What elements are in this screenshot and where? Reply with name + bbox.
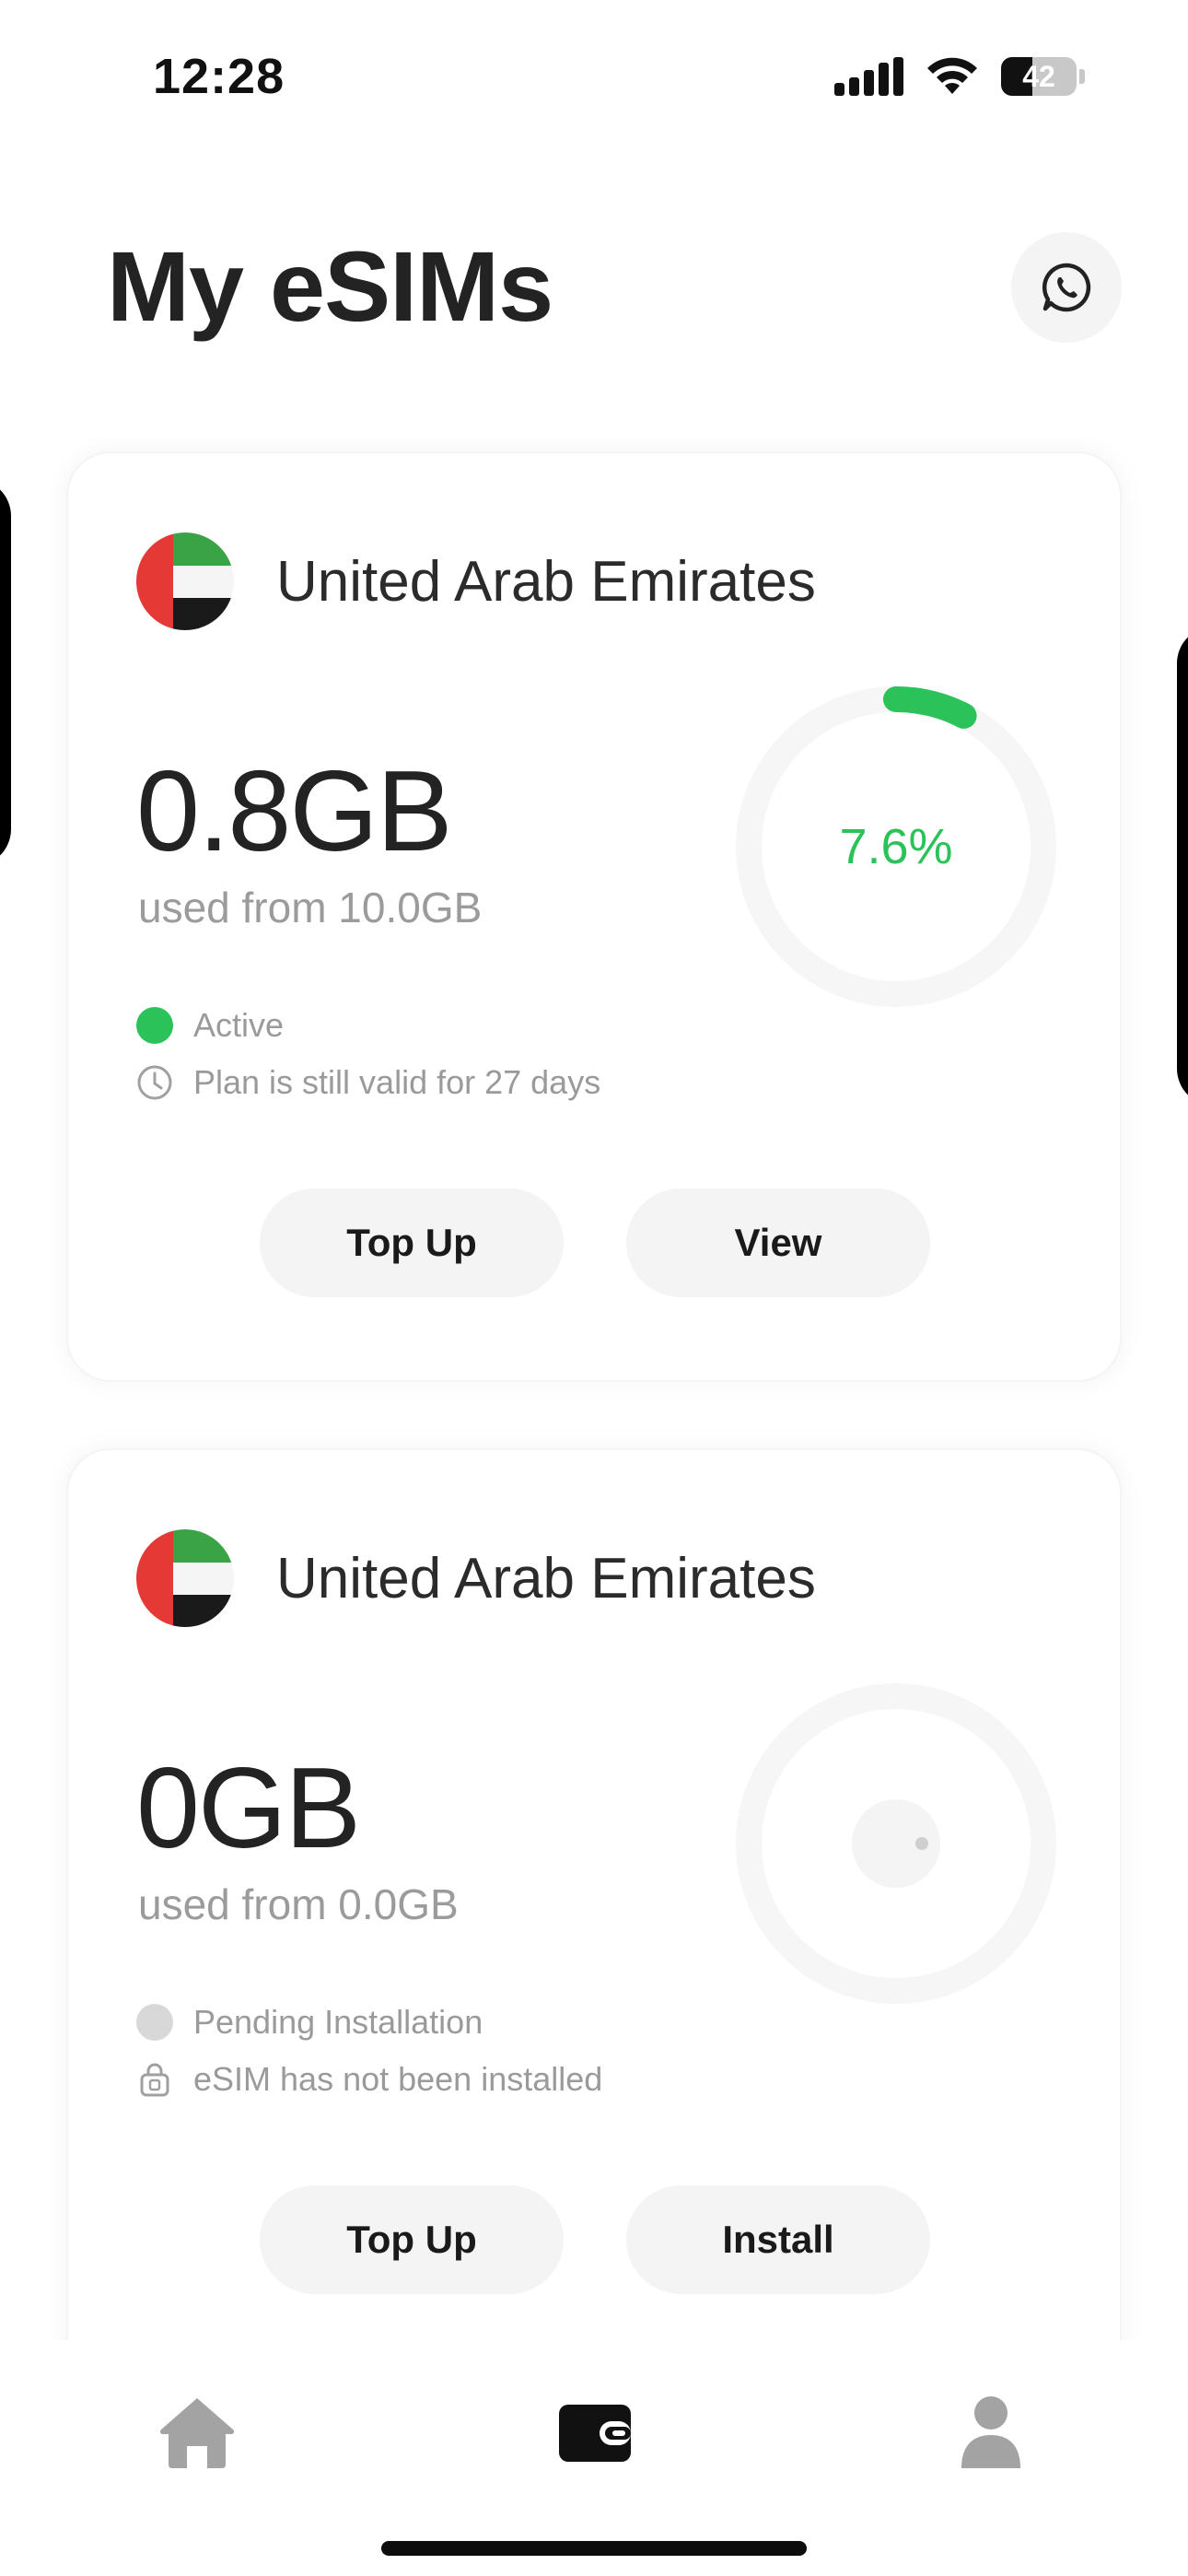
status-dot-pending xyxy=(136,2004,173,2041)
nav-my-esims[interactable] xyxy=(549,2386,641,2478)
battery-level: 42 xyxy=(1022,59,1055,93)
esim-card[interactable]: United Arab Emirates 0.8GB used from 10.… xyxy=(66,451,1122,1382)
uae-flag-icon xyxy=(136,533,234,630)
data-total: used from 0.0GB xyxy=(138,1880,459,1928)
clock-icon xyxy=(136,1064,173,1101)
edge-decoration-right xyxy=(1177,626,1188,1106)
battery-icon: 42 xyxy=(1001,57,1077,96)
profile-icon xyxy=(961,2396,1020,2468)
battery-indicator: 42 xyxy=(1001,57,1085,96)
status-row: Active xyxy=(136,1006,284,1045)
data-used: 0.8GB xyxy=(136,748,453,875)
edge-decoration-left xyxy=(0,479,11,866)
country-row: United Arab Emirates xyxy=(136,533,816,630)
nav-profile[interactable] xyxy=(945,2386,1037,2478)
whatsapp-icon xyxy=(1042,263,1091,312)
validity-row: Plan is still valid for 27 days xyxy=(136,1063,600,1102)
sim-lock-icon xyxy=(136,2061,173,2098)
uae-flag-icon xyxy=(136,1529,234,1627)
data-used: 0GB xyxy=(136,1745,361,1872)
status-label: Pending Installation xyxy=(193,2003,483,2041)
wifi-icon xyxy=(927,57,977,94)
page-title: My eSIMs xyxy=(107,230,553,342)
top-up-button[interactable]: Top Up xyxy=(260,2185,564,2294)
status-time: 12:28 xyxy=(153,49,285,104)
install-row: eSIM has not been installed xyxy=(136,2060,602,2099)
nav-home[interactable] xyxy=(151,2386,243,2478)
cellular-signal-icon xyxy=(834,57,903,96)
status-row: Pending Installation xyxy=(136,2003,483,2042)
status-label: Active xyxy=(193,1006,285,1044)
country-name: United Arab Emirates xyxy=(276,1546,816,1610)
top-up-button[interactable]: Top Up xyxy=(260,1188,564,1297)
esim-card[interactable]: United Arab Emirates 0GB used from 0.0GB… xyxy=(66,1448,1122,2462)
data-total: used from 10.0GB xyxy=(138,884,483,931)
install-text: eSIM has not been installed xyxy=(193,2060,603,2098)
usage-ring xyxy=(735,1682,1057,2005)
usage-ring: 7.6% xyxy=(735,685,1057,1008)
usage-percent: 7.6% xyxy=(839,819,953,874)
home-icon xyxy=(159,2398,235,2468)
status-icons: 42 xyxy=(834,57,1085,96)
install-button[interactable]: Install xyxy=(626,2185,930,2294)
country-name: United Arab Emirates xyxy=(276,549,816,614)
view-button[interactable]: View xyxy=(626,1188,930,1297)
country-row: United Arab Emirates xyxy=(136,1529,816,1627)
status-dot-active xyxy=(136,1007,173,1044)
whatsapp-support-button[interactable] xyxy=(1011,232,1122,343)
wallet-icon xyxy=(559,2405,631,2462)
validity-text: Plan is still valid for 27 days xyxy=(193,1063,601,1101)
home-indicator xyxy=(381,2541,807,2556)
screen: 12:28 42 My eSIMs United Arab Emirates 0… xyxy=(0,0,1188,2576)
